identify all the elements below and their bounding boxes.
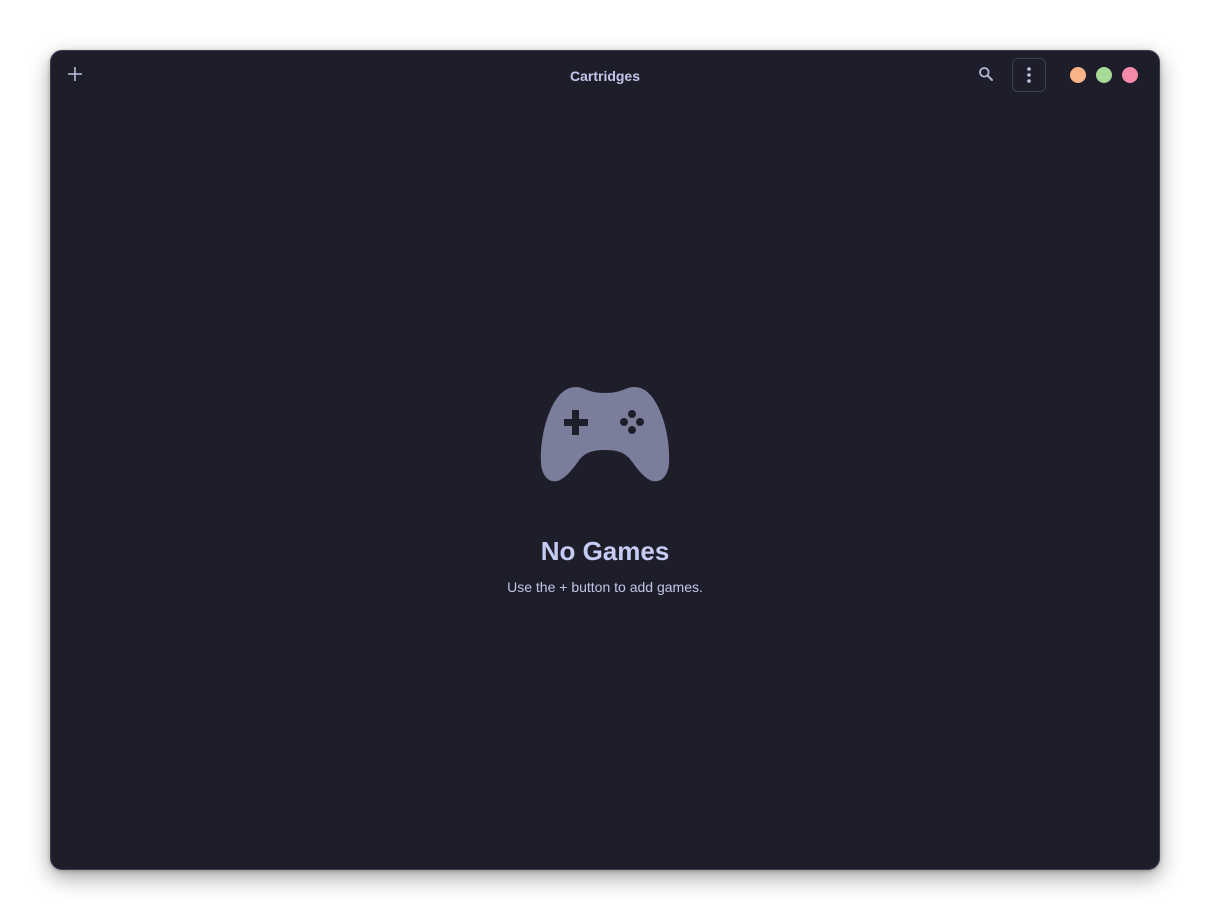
empty-state-title: No Games	[540, 536, 670, 566]
header-bar: Cartridges	[51, 51, 1159, 101]
vertical-dots-icon	[1027, 67, 1031, 83]
app-window: Cartridges No Games Use the + button to …	[50, 50, 1160, 870]
empty-state: No Games Use the + button to add games.	[51, 383, 1159, 597]
empty-state-description: Use the + button to add games.	[507, 579, 703, 595]
search-button[interactable]	[972, 60, 1000, 88]
gamepad-icon	[540, 387, 670, 482]
minimize-button[interactable]	[1070, 67, 1086, 83]
maximize-button[interactable]	[1096, 67, 1112, 83]
search-icon	[979, 67, 993, 81]
main-menu-button[interactable]	[1012, 58, 1046, 92]
close-button[interactable]	[1122, 67, 1138, 83]
